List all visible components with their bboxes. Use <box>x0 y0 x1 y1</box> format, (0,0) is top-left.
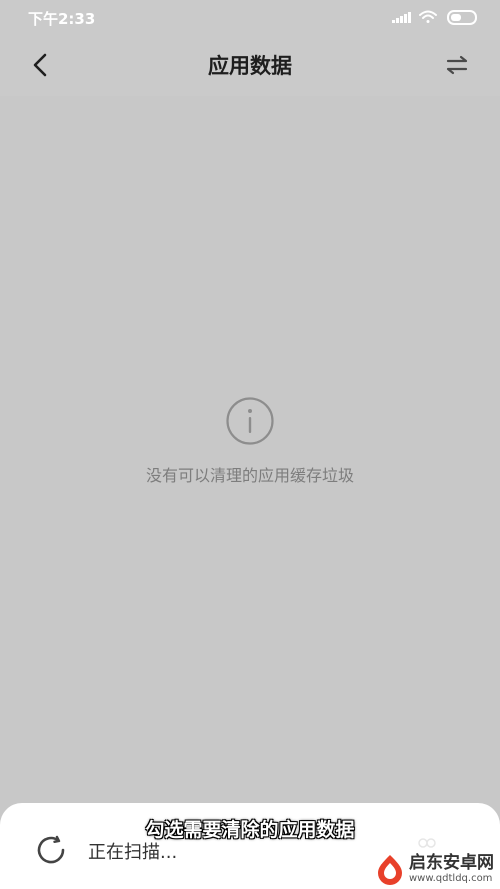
empty-message: 没有可以清理的应用缓存垃圾 <box>145 466 354 485</box>
wifi-icon <box>419 10 437 23</box>
title-bar: 应用数据 <box>0 34 500 96</box>
page-title: 应用数据 <box>208 54 292 78</box>
status-icons <box>392 10 477 25</box>
battery-icon <box>447 10 477 25</box>
info-icon <box>226 397 274 445</box>
status-time: 下午2:33 <box>28 10 96 28</box>
watermark: 启东安卓网 www.qdtldq.com <box>375 853 494 885</box>
bottom-sheet: 正在扫描... 勾选需要清除的应用数据 启东安卓网 www.qdtldq.com <box>0 803 500 889</box>
empty-state: 没有可以清理的应用缓存垃圾 <box>0 396 500 486</box>
status-bar: 下午2:33 <box>0 0 500 34</box>
watermark-title: 启东安卓网 <box>409 853 494 873</box>
watermark-logo <box>378 855 402 885</box>
signal-icon <box>392 12 411 23</box>
switch-arrows-icon[interactable] <box>444 52 470 78</box>
faint-icon <box>418 838 436 848</box>
watermark-url: www.qdtldq.com <box>409 873 493 884</box>
